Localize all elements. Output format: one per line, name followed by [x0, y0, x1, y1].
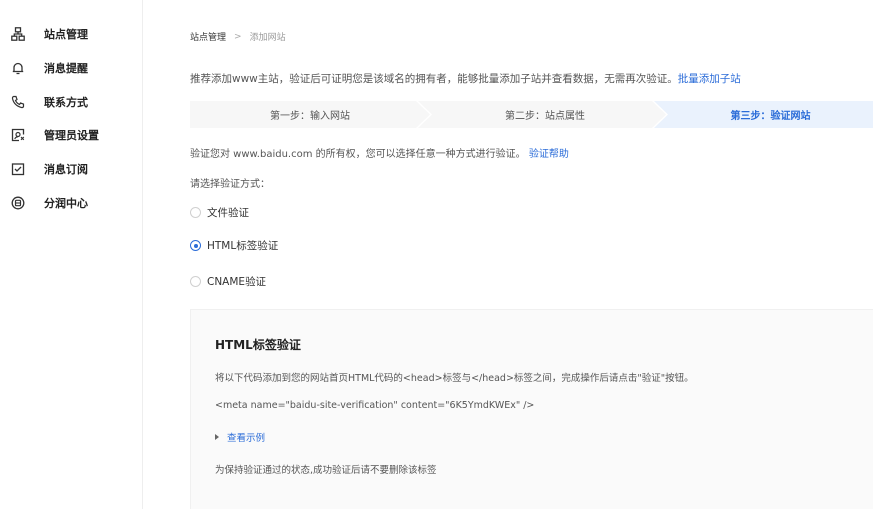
- breadcrumb-root-link[interactable]: 站点管理: [190, 30, 226, 43]
- radio-html-tag-verify[interactable]: HTML标签验证: [190, 238, 278, 253]
- breadcrumb: 站点管理 > 添加网站: [190, 30, 286, 44]
- radio-circle[interactable]: [190, 240, 201, 251]
- view-example-toggle[interactable]: 查看示例: [215, 430, 265, 444]
- subscribe-icon: [10, 161, 26, 177]
- sidebar-item-contact[interactable]: 联系方式: [10, 92, 88, 112]
- sidebar-item-label: 分润中心: [44, 197, 88, 210]
- recommend-text: 推荐添加www主站，验证后可证明您是该域名的拥有者，能够批量添加子站并查看数据，…: [190, 73, 678, 85]
- radio-cname-verify[interactable]: CNAME验证: [190, 274, 266, 289]
- sidebar-item-site-management[interactable]: 站点管理: [10, 24, 88, 44]
- breadcrumb-current: 添加网站: [249, 33, 286, 43]
- admin-settings-icon: [10, 127, 26, 143]
- sidebar-item-message-subscribe[interactable]: 消息订阅: [10, 159, 88, 179]
- radio-circle[interactable]: [190, 276, 201, 287]
- main-content: 站点管理 > 添加网站 推荐添加www主站，验证后可证明您是该域名的拥有者，能够…: [143, 0, 873, 509]
- sidebar-item-label: 管理员设置: [44, 129, 99, 142]
- phone-icon: [10, 94, 26, 110]
- sidebar: 站点管理 消息提醒 联系方式 管理员设置 消息订阅 分润中心: [0, 0, 143, 509]
- revenue-share-icon: [10, 195, 26, 211]
- breadcrumb-separator: >: [234, 31, 242, 42]
- panel-instruction: 将以下代码添加到您的网站首页HTML代码的<head>标签与</head>标签之…: [215, 373, 694, 384]
- sidebar-item-label: 联系方式: [44, 96, 88, 109]
- step-3-active: 第三步：验证网站: [668, 101, 873, 128]
- sidebar-item-revenue-center[interactable]: 分润中心: [10, 193, 88, 213]
- recommend-notice: 推荐添加www主站，验证后可证明您是该域名的拥有者，能够批量添加子站并查看数据，…: [190, 71, 741, 86]
- verify-description-text: 验证您对 www.baidu.com 的所有权，您可以选择任意一种方式进行验证。: [190, 149, 526, 160]
- caret-right-icon: [215, 434, 219, 440]
- sitemap-icon: [10, 26, 26, 42]
- verify-description: 验证您对 www.baidu.com 的所有权，您可以选择任意一种方式进行验证。…: [190, 145, 569, 160]
- step-2-label: 第二步：站点属性: [505, 111, 585, 122]
- step-1: 第一步：输入网站: [190, 101, 430, 128]
- bell-icon: [10, 60, 26, 76]
- step-progress: 第一步：输入网站 第二步：站点属性 第三步：验证网站: [190, 101, 873, 128]
- radio-label: CNAME验证: [207, 276, 267, 288]
- view-example-label: 查看示例: [227, 433, 266, 444]
- panel-title: HTML标签验证: [215, 338, 301, 352]
- panel-keep-note: 为保持验证通过的状态,成功验证后请不要删除该标签: [215, 465, 437, 476]
- verify-help-link[interactable]: 验证帮助: [529, 149, 569, 160]
- step-1-label: 第一步：输入网站: [270, 111, 350, 122]
- sidebar-item-label: 消息订阅: [44, 163, 88, 176]
- radio-file-verify[interactable]: 文件验证: [190, 205, 249, 220]
- step-3-label: 第三步：验证网站: [730, 111, 811, 122]
- step-2: 第二步：站点属性: [430, 101, 660, 128]
- sidebar-item-label: 消息提醒: [44, 62, 88, 75]
- radio-label: 文件验证: [207, 207, 249, 219]
- batch-add-subsites-link[interactable]: 批量添加子站: [678, 73, 741, 85]
- radio-label: HTML标签验证: [207, 240, 279, 252]
- sidebar-item-admin-settings[interactable]: 管理员设置: [10, 125, 99, 145]
- sidebar-item-message-alerts[interactable]: 消息提醒: [10, 58, 88, 78]
- html-verify-panel: HTML标签验证 将以下代码添加到您的网站首页HTML代码的<head>标签与<…: [190, 309, 873, 509]
- choose-method-label: 请选择验证方式：: [190, 179, 270, 190]
- radio-circle[interactable]: [190, 207, 201, 218]
- sidebar-item-label: 站点管理: [44, 28, 88, 41]
- verification-meta-code: <meta name="baidu-site-verification" con…: [215, 400, 535, 411]
